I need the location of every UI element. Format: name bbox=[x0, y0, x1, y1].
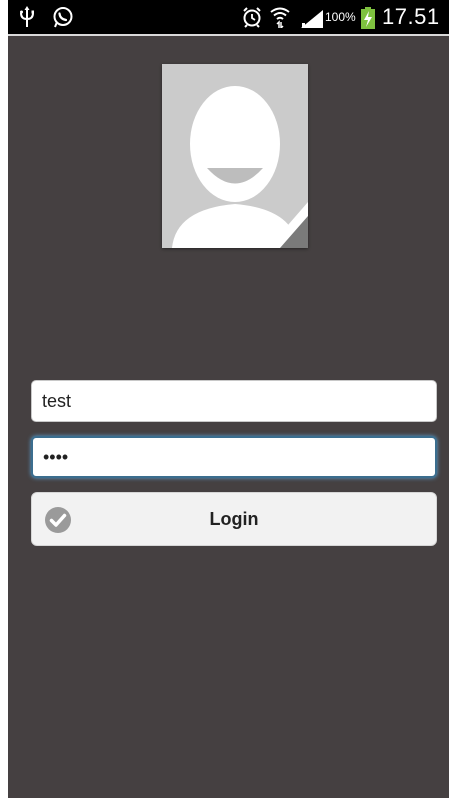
login-button-label: Login bbox=[209, 509, 259, 529]
status-bar-divider bbox=[8, 34, 449, 36]
login-button[interactable]: Login bbox=[31, 492, 437, 546]
alarm-icon bbox=[242, 6, 262, 33]
user-avatar bbox=[162, 64, 308, 248]
battery-percentage: 100% bbox=[325, 10, 356, 24]
wifi-icon bbox=[270, 6, 290, 33]
battery-charging-icon bbox=[361, 7, 375, 34]
default-user-avatar-icon bbox=[162, 64, 308, 248]
password-field[interactable] bbox=[31, 436, 437, 478]
username-field[interactable] bbox=[31, 380, 437, 422]
signal-icon bbox=[301, 10, 323, 33]
usb-icon bbox=[20, 6, 35, 33]
app-screen: 100% 17.51 test •••• Login bbox=[8, 0, 449, 798]
status-clock: 17.51 bbox=[382, 4, 440, 29]
whatsapp-icon bbox=[52, 6, 74, 33]
status-bar: 100% 17.51 bbox=[8, 0, 449, 34]
